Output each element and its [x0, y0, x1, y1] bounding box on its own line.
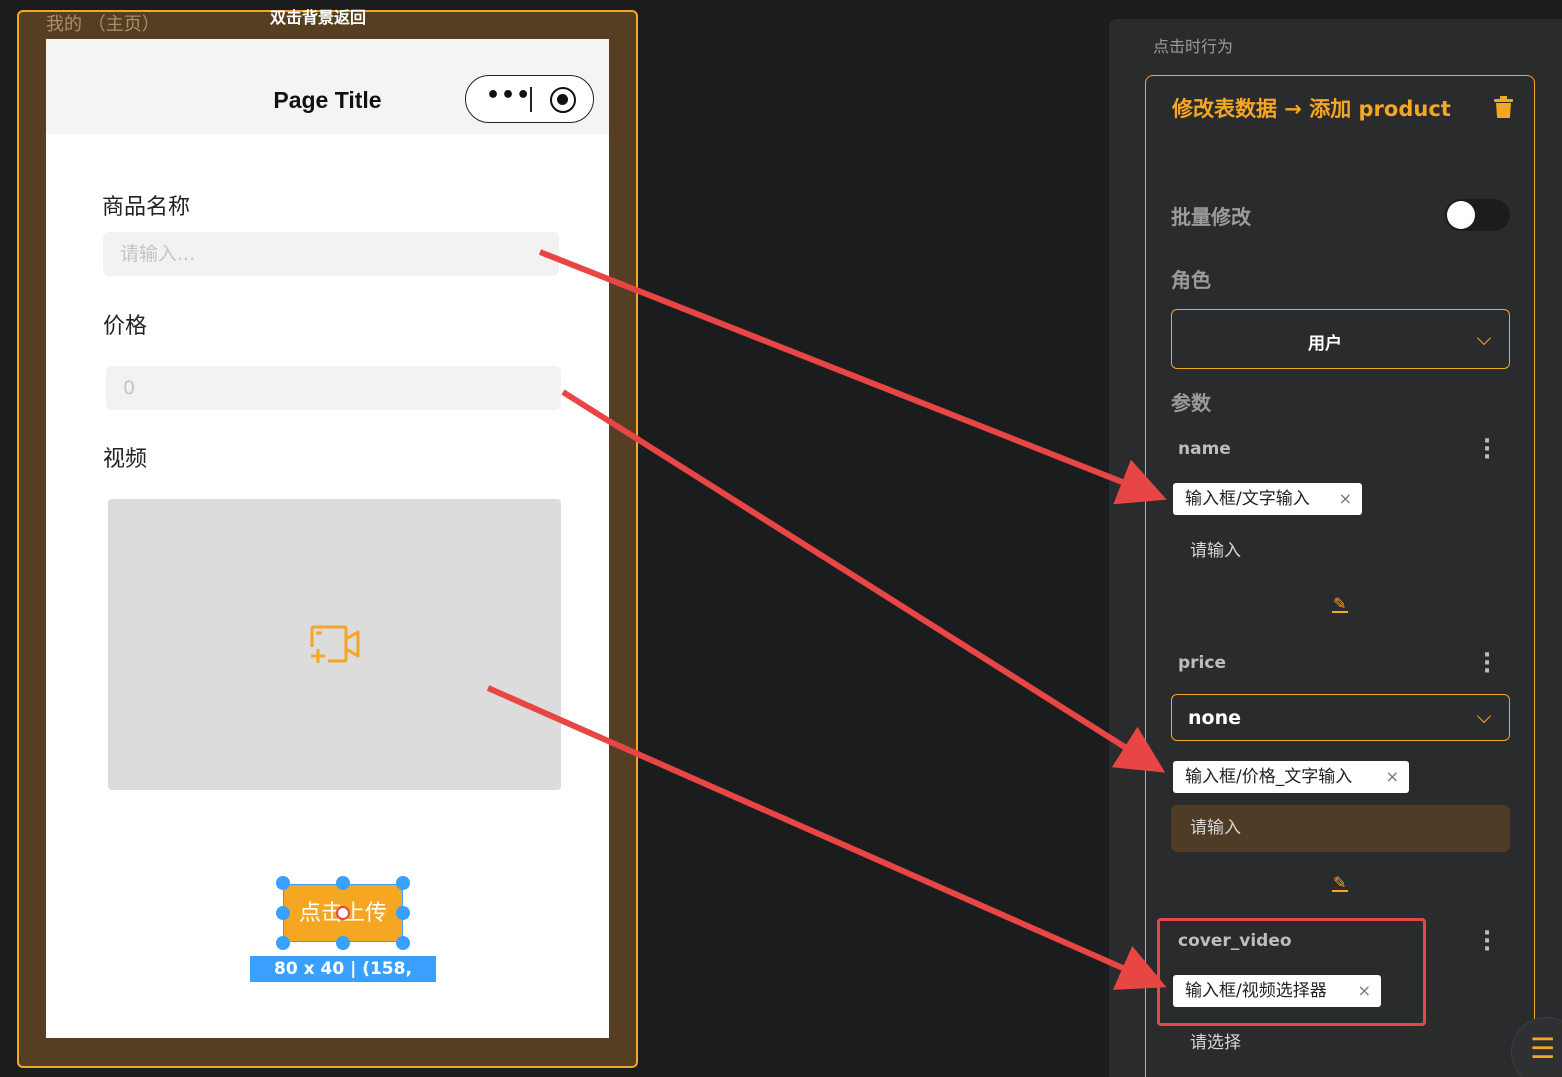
param-name-label: name: [1178, 439, 1231, 459]
binding-chip[interactable]: 输入框/文字输入 ×: [1173, 483, 1362, 515]
menu-icon: ☰: [1530, 1032, 1556, 1065]
video-label: 视频: [103, 447, 148, 472]
params-label: 参数: [1171, 391, 1211, 415]
binding-chip-label: 输入框/价格_文字输入: [1185, 767, 1353, 787]
resize-handle[interactable]: [276, 876, 290, 890]
toggle-knob: [1447, 201, 1475, 229]
more-icon[interactable]: •••: [486, 83, 531, 108]
price-source-value: none: [1188, 707, 1241, 729]
mini-program-capsule[interactable]: •••: [465, 75, 594, 123]
binding-chip-label: 输入框/视频选择器: [1185, 981, 1327, 1001]
selection-size-info: 80 x 40 | (158, 563): [250, 956, 436, 1005]
more-vertical-icon[interactable]: · · ·: [1482, 431, 1492, 469]
binding-chip-label: 输入框/文字输入: [1185, 489, 1310, 509]
param-cover-video-label: cover_video: [1178, 931, 1292, 951]
param-price-label: price: [1178, 653, 1226, 673]
product-name-label: 商品名称: [102, 195, 191, 220]
price-input[interactable]: 0: [106, 366, 561, 410]
video-picker[interactable]: [108, 499, 561, 790]
panel-header: 点击时行为: [1153, 37, 1234, 56]
rotate-handle[interactable]: [336, 906, 350, 920]
price-label: 价格: [103, 314, 148, 339]
page-label: 我的 （主页）: [46, 14, 160, 35]
pencil-underline: [1332, 890, 1348, 892]
more-vertical-icon[interactable]: · · ·: [1482, 645, 1492, 683]
nav-bar: Page Title •••: [46, 39, 609, 134]
role-select-value: 用户: [1308, 334, 1342, 354]
resize-handle[interactable]: [336, 936, 350, 950]
close-icon[interactable]: ×: [1339, 483, 1352, 515]
binding-chip[interactable]: 输入框/价格_文字输入 ×: [1173, 761, 1409, 793]
video-add-icon: [310, 625, 360, 663]
resize-handle[interactable]: [396, 936, 410, 950]
resize-handle[interactable]: [396, 876, 410, 890]
action-title[interactable]: 修改表数据 → 添加 product: [1172, 93, 1451, 123]
resize-handle[interactable]: [396, 906, 410, 920]
param-hint[interactable]: 请输入: [1190, 813, 1241, 838]
close-target-icon[interactable]: [550, 87, 576, 113]
param-hint[interactable]: 请选择: [1190, 1028, 1241, 1053]
more-vertical-icon[interactable]: · · ·: [1482, 923, 1492, 961]
batch-edit-toggle[interactable]: [1445, 199, 1510, 231]
role-label: 角色: [1171, 268, 1211, 292]
resize-handle[interactable]: [276, 936, 290, 950]
param-hint[interactable]: 请输入: [1190, 536, 1241, 561]
close-icon[interactable]: ×: [1386, 761, 1399, 793]
resize-handle[interactable]: [276, 906, 290, 920]
resize-handle[interactable]: [336, 876, 350, 890]
binding-chip[interactable]: 输入框/视频选择器 ×: [1173, 975, 1381, 1007]
pencil-underline: [1332, 611, 1348, 613]
double-click-tip: 双击背景返回: [270, 8, 367, 27]
product-name-input[interactable]: 请输入...: [103, 232, 559, 276]
arrow-price-binding: [561, 389, 1166, 773]
batch-edit-label: 批量修改: [1171, 205, 1251, 229]
trash-icon[interactable]: [1494, 96, 1513, 118]
capsule-divider: [530, 87, 532, 112]
close-icon[interactable]: ×: [1358, 975, 1371, 1007]
